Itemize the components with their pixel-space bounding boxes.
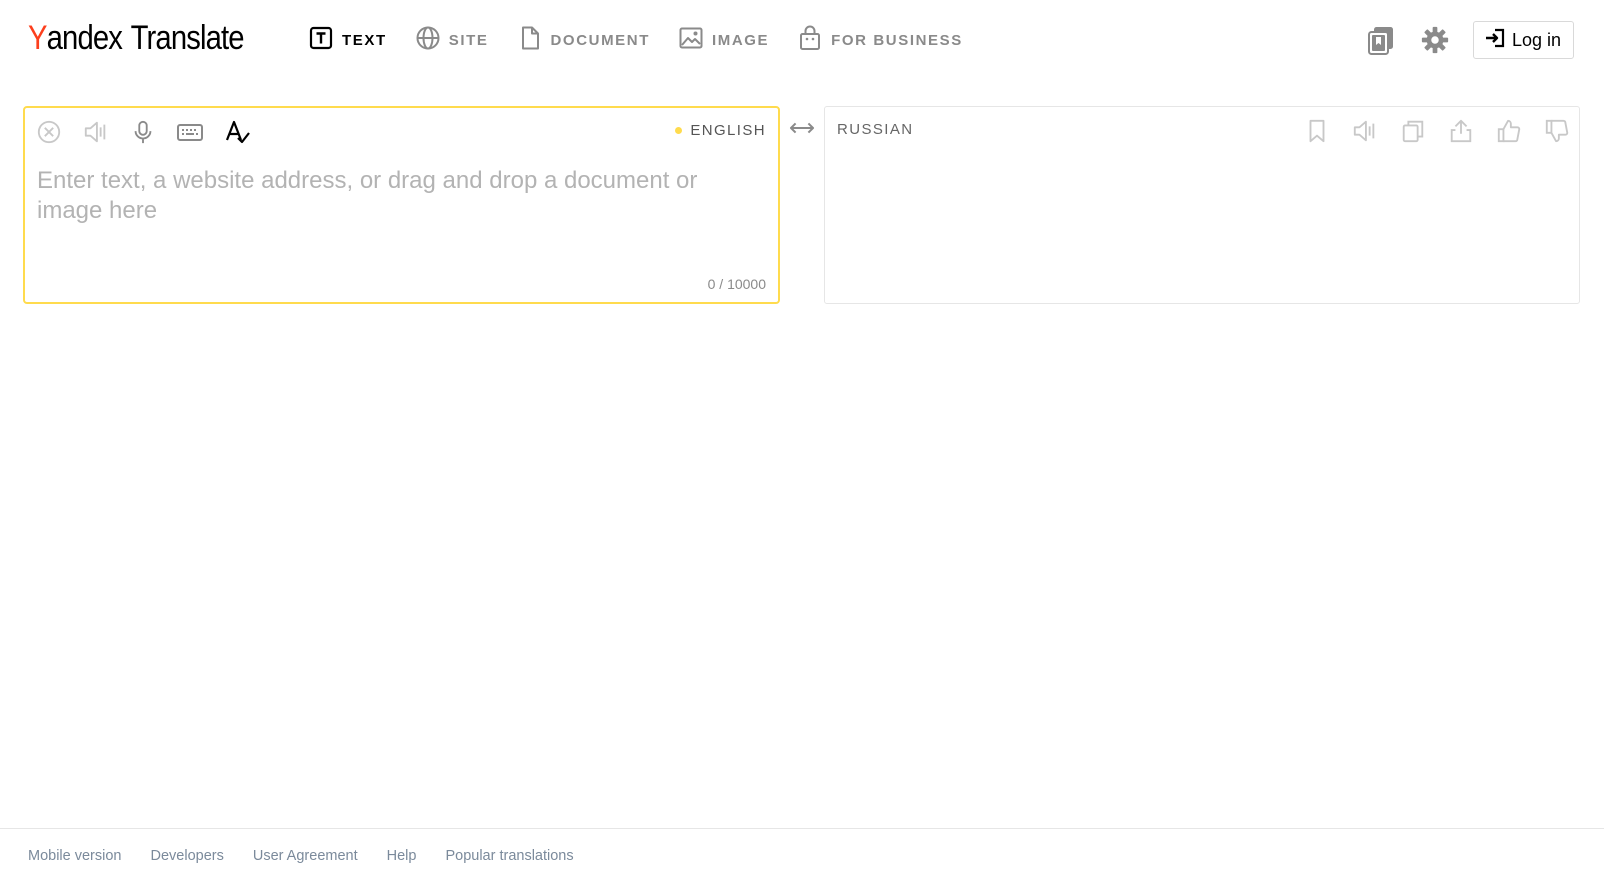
header: Yandex Translate TEXT SITE DOCUMENT IMAG…: [0, 0, 1604, 80]
globe-icon: [415, 25, 449, 56]
footer-link-popular-translations[interactable]: Popular translations: [445, 848, 573, 864]
speaker-icon[interactable]: [82, 118, 110, 146]
footer-link-help[interactable]: Help: [387, 848, 417, 864]
login-button-label: Log in: [1511, 29, 1561, 50]
page: Yandex Translate TEXT SITE DOCUMENT IMAG…: [0, 0, 1604, 878]
target-panel: RUSSIAN: [824, 106, 1580, 304]
source-panel: ENGLISH 0 / 10000: [23, 106, 780, 304]
briefcase-icon: [797, 25, 831, 56]
logo[interactable]: Yandex Translate: [28, 18, 245, 58]
collections-icon[interactable]: [1365, 24, 1397, 56]
source-text-input[interactable]: [37, 166, 737, 230]
nav-tab-image-label: IMAGE: [711, 31, 770, 49]
target-language-label: RUSSIAN: [837, 121, 914, 138]
target-toolbar: [1283, 117, 1571, 145]
swap-languages-button[interactable]: [786, 118, 818, 142]
main-nav: TEXT SITE DOCUMENT IMAGE FOR BUSINESS: [308, 24, 991, 56]
character-counter: 0 / 10000: [707, 276, 766, 292]
login-icon: [1484, 27, 1512, 54]
speaker-icon[interactable]: [1351, 117, 1379, 145]
microphone-icon[interactable]: [129, 118, 157, 146]
copy-icon[interactable]: [1399, 117, 1427, 145]
nav-tab-document-label: DOCUMENT: [550, 31, 650, 49]
header-actions: Log in: [1365, 20, 1574, 60]
login-button[interactable]: Log in: [1472, 21, 1574, 59]
image-icon: [678, 25, 712, 56]
target-language-selector[interactable]: RUSSIAN: [837, 121, 913, 138]
swap-arrows-icon: [787, 117, 817, 144]
gear-icon[interactable]: [1419, 24, 1451, 56]
nav-tab-image[interactable]: IMAGE: [678, 24, 769, 56]
clear-icon[interactable]: [35, 118, 63, 146]
text-icon: [308, 25, 342, 56]
nav-tab-document[interactable]: DOCUMENT: [517, 24, 650, 56]
source-language-label: ENGLISH: [690, 122, 766, 139]
source-language-selector[interactable]: ENGLISH: [675, 122, 766, 139]
footer-link-mobile-version[interactable]: Mobile version: [28, 848, 122, 864]
nav-tab-site-label: SITE: [448, 31, 489, 49]
footer: Mobile version Developers User Agreement…: [0, 828, 1604, 878]
footer-link-user-agreement[interactable]: User Agreement: [253, 848, 358, 864]
thumbs-down-icon[interactable]: [1543, 117, 1571, 145]
bookmark-icon[interactable]: [1303, 117, 1331, 145]
logo-brand-rest: andex: [46, 19, 123, 57]
spellcheck-icon[interactable]: [223, 118, 251, 146]
nav-tab-text[interactable]: TEXT: [308, 24, 387, 56]
nav-tab-text-label: TEXT: [342, 31, 387, 49]
detected-language-dot: [675, 127, 683, 134]
nav-tab-for-business[interactable]: FOR BUSINESS: [797, 24, 963, 56]
nav-tab-site[interactable]: SITE: [415, 24, 489, 56]
keyboard-icon[interactable]: [176, 118, 204, 146]
footer-links: Mobile version Developers User Agreement…: [28, 848, 603, 864]
share-icon[interactable]: [1447, 117, 1475, 145]
source-toolbar: [35, 118, 270, 146]
document-icon: [517, 25, 551, 56]
logo-product: Translate: [130, 19, 245, 57]
logo-letter-y: Y: [28, 19, 47, 57]
nav-tab-for-business-label: FOR BUSINESS: [831, 31, 963, 49]
thumbs-up-icon[interactable]: [1495, 117, 1523, 145]
footer-link-developers[interactable]: Developers: [151, 848, 224, 864]
